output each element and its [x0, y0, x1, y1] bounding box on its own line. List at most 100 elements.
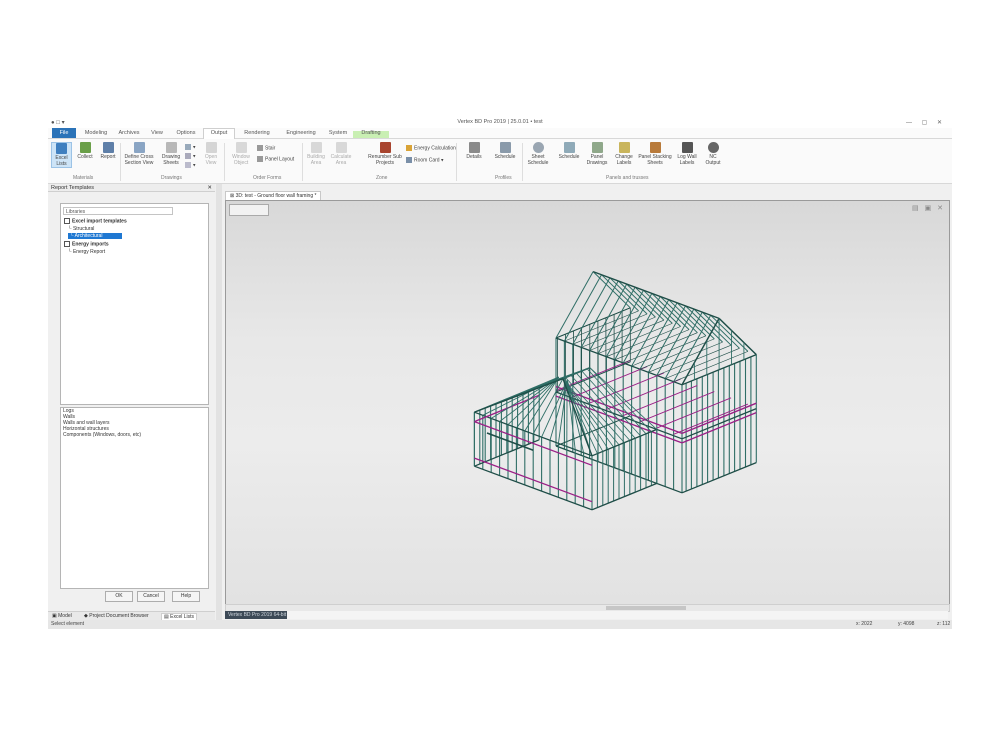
view-icon — [205, 142, 217, 153]
help-button[interactable]: Help — [172, 591, 200, 602]
library-search-input[interactable]: Libraries — [63, 207, 173, 215]
scrollbar-thumb[interactable] — [606, 606, 686, 610]
floor-joist — [606, 378, 681, 410]
tab-archives[interactable]: Archives — [114, 129, 144, 138]
rafter — [614, 293, 653, 361]
panel-splitter[interactable] — [216, 184, 222, 620]
ceiling-joist — [665, 348, 740, 379]
log-wall-icon — [681, 142, 693, 153]
stacking-icon — [649, 142, 661, 153]
panel-drawing-icon — [591, 142, 603, 153]
group-label-order-forms: Order Forms — [253, 175, 282, 181]
drawing-sheets-button[interactable]: Drawing Sheets — [158, 142, 184, 166]
sheet-schedule-button[interactable]: Sheet Schedule — [526, 142, 550, 166]
log-wall-labels-button[interactable]: Log Wall Labels — [675, 142, 699, 166]
tab-rendering[interactable]: Rendering — [238, 129, 276, 138]
tab-file[interactable]: File — [52, 128, 76, 138]
status-z: z: 112 — [937, 621, 951, 627]
window-object-button[interactable]: Window Object — [228, 142, 254, 166]
rafter — [589, 283, 628, 351]
tree-node-architectural[interactable]: └ Architectural — [68, 233, 123, 239]
cancel-button[interactable]: Cancel — [137, 591, 165, 602]
window-controls[interactable]: — ▢ ✕ — [906, 119, 946, 126]
group-separator — [224, 143, 225, 181]
tab-model[interactable]: ▣ Model — [52, 613, 72, 620]
define-cross-section-view-button[interactable]: Define Cross Section View — [123, 142, 155, 166]
window-title: Vertex BD Pro 2019 | 25.0.01 • test — [457, 119, 543, 125]
rafter — [555, 271, 594, 339]
schedule-icon — [499, 142, 511, 153]
drawing-small-tool-1[interactable]: ▾ — [185, 144, 196, 150]
rafter — [580, 280, 619, 348]
template-description: Logs Walls Walls and wall layers Horizon… — [60, 407, 209, 589]
ribbon-tab-bar: File Modeling Archives View Options Outp… — [48, 128, 952, 139]
house-frame-model[interactable] — [226, 201, 949, 604]
collapse-icon[interactable] — [64, 218, 70, 224]
calculate-area-button[interactable]: Calculate Area — [329, 142, 353, 166]
tab-output[interactable]: Output — [203, 128, 235, 139]
tab-drafting[interactable]: Drafting — [354, 129, 388, 138]
group-label-panels: Panels and trusses — [606, 175, 649, 181]
report-icon — [102, 142, 114, 153]
details-icon — [468, 142, 480, 153]
status-y: y: 4098 — [898, 621, 915, 627]
status-x: x: 2022 — [856, 621, 873, 627]
panel-layout-button[interactable]: Panel Layout — [257, 156, 294, 162]
rafter — [601, 274, 639, 312]
renumber-sub-projects-button[interactable]: Renumber Sub Projects — [368, 142, 402, 166]
tree-node-excel-templates[interactable]: Excel import templates — [64, 218, 127, 224]
panel-drawings-button[interactable]: Panel Drawings — [584, 142, 610, 166]
room-card-button[interactable]: Room Card ▾ — [406, 157, 443, 163]
drawing-small-tool-3[interactable]: ▾ — [185, 162, 196, 168]
tree-node-structural[interactable]: └ Structural — [68, 226, 94, 232]
ribbon: Excel Lists Collect Report Materials Def… — [48, 139, 952, 184]
close-icon[interactable]: ✕ — [207, 184, 212, 192]
drawing-small-tool-2[interactable]: ▾ — [185, 153, 196, 159]
document-tab[interactable]: ⊠ 3D: test - Ground floor wall framing * — [225, 191, 322, 200]
stair-button[interactable]: Stair — [257, 145, 275, 151]
collapse-icon[interactable] — [64, 241, 70, 247]
ok-button[interactable]: OK — [105, 591, 133, 602]
rafter — [597, 286, 636, 354]
rafter — [563, 274, 602, 342]
tab-options[interactable]: Options — [172, 129, 200, 138]
title-bar: ● □ ▾ Vertex BD Pro 2019 | 25.0.01 • tes… — [48, 117, 952, 128]
open-view-button[interactable]: Open View — [201, 142, 221, 166]
panel-stacking-sheets-button[interactable]: Panel Stacking Sheets — [638, 142, 672, 166]
clock-icon — [532, 142, 544, 153]
tab-view[interactable]: View — [146, 129, 168, 138]
report-button[interactable]: Report — [98, 142, 118, 160]
tab-system[interactable]: System — [325, 129, 351, 138]
group-label-profiles: Profiles — [495, 175, 512, 181]
version-label: Vertex BD Pro 2019 64-bit — [225, 611, 287, 619]
tool-icon — [185, 162, 191, 168]
group-separator — [522, 143, 523, 181]
schedule-icon — [563, 142, 575, 153]
calculate-icon — [335, 142, 347, 153]
status-bar: Select element x: 2022 y: 4098 z: 112 — [48, 620, 952, 629]
tab-engineering[interactable]: Engineering — [280, 129, 322, 138]
report-templates-panel-title: Report Templates ✕ — [48, 184, 215, 192]
tree-node-energy-report[interactable]: └ Energy Report — [68, 249, 105, 255]
tab-project-document-browser[interactable]: ◆ Project Document Browser — [84, 613, 149, 620]
floor-joist — [639, 391, 715, 423]
collect-button[interactable]: Collect — [74, 142, 96, 160]
nc-output-button[interactable]: NC Output — [702, 142, 724, 166]
details-button[interactable]: Details — [464, 142, 484, 160]
status-text: Select element — [51, 621, 85, 627]
renumber-icon — [379, 142, 391, 153]
group-label-zone: Zone — [376, 175, 388, 181]
building-area-button[interactable]: Building Area — [305, 142, 327, 166]
ceiling-joist — [648, 341, 723, 373]
tool-icon — [185, 153, 191, 159]
3d-viewport[interactable]: ▤ ▣ ✕ — [225, 200, 950, 605]
template-tree: Libraries Excel import templates └ Struc… — [60, 203, 209, 405]
energy-calculation-button[interactable]: Energy Calculation — [406, 145, 456, 151]
excel-lists-button[interactable]: Excel Lists — [51, 142, 72, 168]
sub-schedule-button[interactable]: Schedule — [556, 142, 582, 160]
tree-node-energy-imports[interactable]: Energy imports — [64, 241, 109, 247]
change-labels-button[interactable]: Change Labels — [612, 142, 636, 166]
tab-modeling[interactable]: Modeling — [80, 129, 112, 138]
schedule-button[interactable]: Schedule — [492, 142, 518, 160]
collect-icon — [79, 142, 91, 153]
